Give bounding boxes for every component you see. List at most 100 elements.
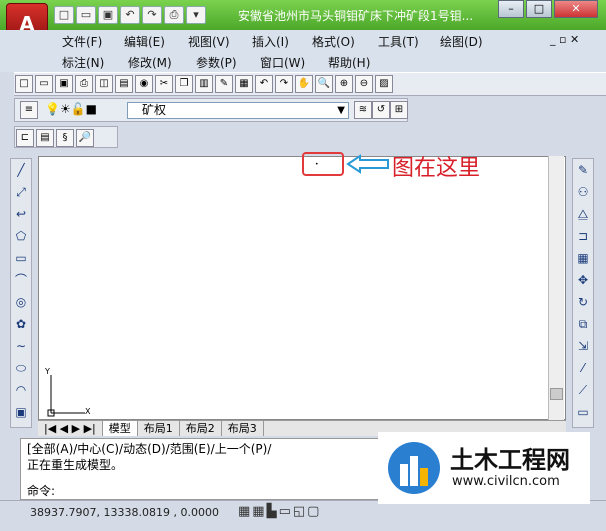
- menu-edit[interactable]: 编辑(E): [124, 33, 165, 50]
- dim-icon[interactable]: ⊏: [16, 129, 34, 147]
- cut-icon[interactable]: ✂: [155, 75, 173, 93]
- paste-icon[interactable]: ▥: [195, 75, 213, 93]
- mirror-icon[interactable]: ⧋: [574, 205, 592, 223]
- break-icon[interactable]: ▭: [574, 403, 592, 421]
- drawing-canvas[interactable]: Y X •: [38, 156, 566, 420]
- xline-icon[interactable]: ⤢: [12, 183, 30, 201]
- preview-icon[interactable]: ◫: [95, 75, 113, 93]
- match-icon[interactable]: ✎: [215, 75, 233, 93]
- vertical-scrollbar[interactable]: [548, 156, 564, 420]
- extend-icon[interactable]: ⟋: [574, 381, 592, 399]
- open-icon[interactable]: ▭: [35, 75, 53, 93]
- array-icon[interactable]: ▦: [574, 249, 592, 267]
- block-icon[interactable]: ▦: [235, 75, 253, 93]
- chevron-down-icon: ▼: [337, 105, 345, 116]
- menu-format[interactable]: 格式(O): [312, 33, 355, 50]
- command-window[interactable]: [全部(A)/中心(C)/动态(D)/范围(E)/上一个(P)/ 正在重生成模型…: [20, 438, 394, 500]
- properties-icon[interactable]: ▨: [375, 75, 393, 93]
- menu-view[interactable]: 视图(V): [188, 33, 230, 50]
- trim-icon[interactable]: ⁄: [574, 359, 592, 377]
- new-icon[interactable]: □: [15, 75, 33, 93]
- undo-icon[interactable]: ↶: [255, 75, 273, 93]
- make-current-icon[interactable]: ≋: [354, 101, 372, 119]
- maximize-button[interactable]: □: [526, 0, 552, 18]
- annotation-text: 图在这里: [392, 156, 481, 181]
- tab-layout3[interactable]: 布局3: [222, 421, 264, 436]
- text-icon[interactable]: ▤: [36, 129, 54, 147]
- menu-draw[interactable]: 绘图(D): [440, 33, 483, 50]
- circle-icon[interactable]: ◎: [12, 293, 30, 311]
- redo-icon[interactable]: ↷: [142, 6, 162, 24]
- publish-icon[interactable]: ◉: [135, 75, 153, 93]
- minimize-button[interactable]: –: [498, 0, 524, 18]
- ucs-icon: [47, 375, 85, 417]
- spline-icon[interactable]: ∼: [12, 337, 30, 355]
- close-button[interactable]: ✕: [554, 0, 598, 18]
- layer-prev-icon[interactable]: ↺: [372, 101, 390, 119]
- layer-state-icons[interactable]: 💡☀🔓■: [45, 102, 97, 116]
- copy-icon[interactable]: ❐: [175, 75, 193, 93]
- undo-icon[interactable]: ↶: [120, 6, 140, 24]
- highlight-box: [302, 152, 344, 176]
- watermark-title: 土木工程网: [450, 446, 570, 474]
- copy-object-icon[interactable]: ⚇: [574, 183, 592, 201]
- redo-icon[interactable]: ↷: [275, 75, 293, 93]
- menu-help[interactable]: 帮助(H): [328, 54, 370, 71]
- zoom-prev-icon[interactable]: ⊖: [355, 75, 373, 93]
- plot-icon[interactable]: ▤: [115, 75, 133, 93]
- rectangle-icon[interactable]: ▭: [12, 249, 30, 267]
- menu-tools[interactable]: 工具(T): [378, 33, 419, 50]
- watermark-url: www.civilcn.com: [452, 474, 560, 489]
- ucs-x-label: X: [85, 407, 91, 416]
- zoom-window-icon[interactable]: ⊕: [335, 75, 353, 93]
- menu-bar: 文件(F) 编辑(E) 视图(V) 插入(I) 格式(O) 工具(T) 绘图(D…: [0, 30, 606, 72]
- quick-access-toolbar: □ ▭ ▣ ↶ ↷ ⎙ ▾: [54, 6, 206, 26]
- layer-manager-icon[interactable]: ≡: [20, 101, 38, 119]
- ellipse-icon[interactable]: ⬭: [12, 359, 30, 377]
- move-icon[interactable]: ✥: [574, 271, 592, 289]
- arc-icon[interactable]: ⌒: [12, 271, 30, 289]
- save-icon[interactable]: ▣: [55, 75, 73, 93]
- insert-block-icon[interactable]: ▣: [12, 403, 30, 421]
- print-icon[interactable]: ⎙: [164, 6, 184, 24]
- zoom-icon[interactable]: 🔍: [315, 75, 333, 93]
- menu-parametric[interactable]: 参数(P): [196, 54, 237, 71]
- polyline-icon[interactable]: ↩: [12, 205, 30, 223]
- scale-icon[interactable]: ⧉: [574, 315, 592, 333]
- new-file-icon[interactable]: □: [54, 6, 74, 24]
- erase-icon[interactable]: ✎: [574, 161, 592, 179]
- menu-window[interactable]: 窗口(W): [260, 54, 305, 71]
- menu-modify[interactable]: 修改(M): [128, 54, 172, 71]
- tab-layout1[interactable]: 布局1: [138, 421, 180, 436]
- scroll-down-arrow[interactable]: [550, 388, 563, 400]
- revcloud-icon[interactable]: ✿: [12, 315, 30, 333]
- print-icon[interactable]: ⎙: [75, 75, 93, 93]
- command-history-line: [全部(A)/中心(C)/动态(D)/范围(E)/上一个(P)/: [27, 442, 272, 456]
- tab-layout2[interactable]: 布局2: [180, 421, 222, 436]
- pan-icon[interactable]: ✋: [295, 75, 313, 93]
- offset-icon[interactable]: ⊐: [574, 227, 592, 245]
- doc-window-controls[interactable]: _ ▫ ✕: [550, 33, 579, 46]
- open-file-icon[interactable]: ▭: [76, 6, 96, 24]
- tab-nav-arrows[interactable]: |◀ ◀ ▶ ▶|: [38, 421, 103, 436]
- menu-insert[interactable]: 插入(I): [252, 33, 289, 50]
- small-toolbar: ⊏ ▤ § 🔎: [14, 126, 118, 148]
- rotate-icon[interactable]: ↻: [574, 293, 592, 311]
- tab-model[interactable]: 模型: [102, 421, 138, 436]
- search-icon[interactable]: 🔎: [76, 129, 94, 147]
- scroll-icon[interactable]: §: [56, 129, 74, 147]
- standard-toolbar: □ ▭ ▣ ⎙ ◫ ▤ ◉ ✂ ❐ ▥ ✎ ▦ ↶ ↷ ✋ 🔍 ⊕ ⊖ ▨: [14, 72, 606, 96]
- status-toggles[interactable]: ▦▦▙▭◱▢: [238, 504, 321, 519]
- menu-dimension[interactable]: 标注(N): [62, 54, 104, 71]
- dropdown-icon[interactable]: ▾: [186, 6, 206, 24]
- layers-toolbar: ≡ 💡☀🔓■ 矿权 ▼ ≋ ↺ ⊞: [14, 98, 408, 122]
- save-icon[interactable]: ▣: [98, 6, 118, 24]
- menu-file[interactable]: 文件(F): [62, 33, 102, 50]
- layer-select[interactable]: 矿权 ▼: [127, 102, 349, 119]
- layer-iso-icon[interactable]: ⊞: [390, 101, 408, 119]
- ellipse-arc-icon[interactable]: ◠: [12, 381, 30, 399]
- modify-toolbar: ✎ ⚇ ⧋ ⊐ ▦ ✥ ↻ ⧉ ⇲ ⁄ ⟋ ▭: [572, 158, 594, 428]
- line-icon[interactable]: ╱: [12, 161, 30, 179]
- polygon-icon[interactable]: ⬠: [12, 227, 30, 245]
- stretch-icon[interactable]: ⇲: [574, 337, 592, 355]
